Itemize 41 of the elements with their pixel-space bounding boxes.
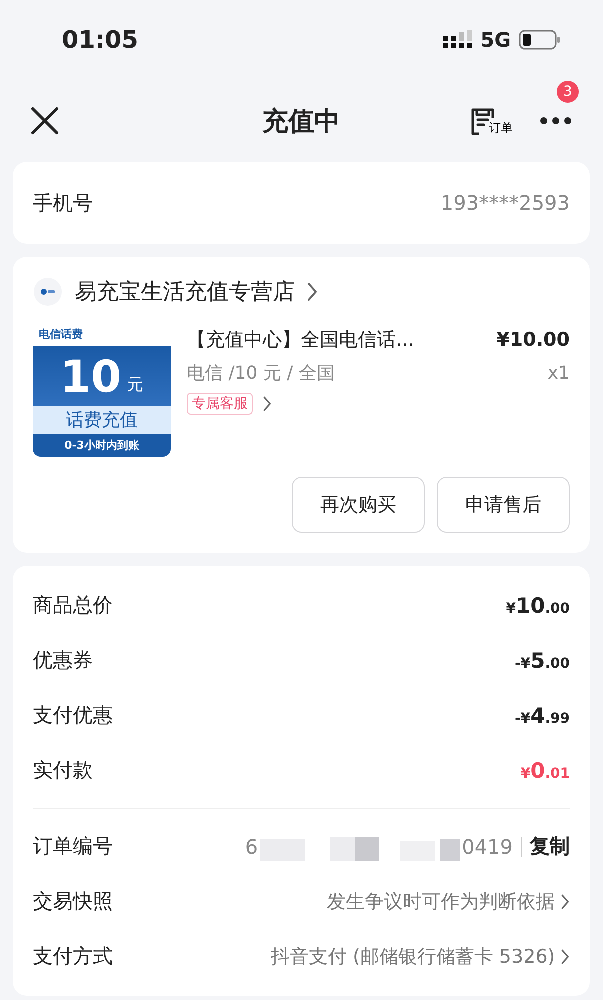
status-time: 01:05: [62, 26, 138, 54]
action-button[interactable]: 申请售后: [437, 477, 570, 533]
product-quantity: x1: [548, 362, 570, 384]
signal-icon: [442, 30, 473, 50]
phone-label: 手机号: [33, 190, 93, 216]
more-icon[interactable]: [539, 116, 573, 126]
shop-logo-icon: [33, 277, 63, 307]
product-spec: 电信 /10 元 / 全国: [187, 362, 335, 385]
product-image: 电信话费 10 元 话费充值 0-3小时内到账: [33, 327, 171, 457]
price-amount: ¥0.01: [520, 758, 570, 782]
chevron-right-icon: [561, 894, 570, 910]
price-amount: ¥10.00: [506, 594, 570, 618]
price-amount: -¥5.00: [515, 648, 570, 672]
chevron-right-icon: [307, 282, 318, 302]
battery-icon: [519, 30, 561, 50]
copy-button[interactable]: 复制: [530, 833, 570, 860]
notification-badge: 3: [557, 81, 579, 103]
detail-label: 支付方式: [33, 943, 113, 970]
phone-number: 193****2593: [440, 191, 570, 215]
shop-link[interactable]: 易充宝生活充值专营店: [33, 277, 570, 307]
close-icon[interactable]: [30, 106, 60, 136]
chevron-right-icon: [263, 396, 272, 412]
price-label: 实付款: [33, 757, 93, 784]
detail-label: 交易快照: [33, 888, 113, 915]
page-title: 充值中: [262, 106, 340, 138]
price-label: 支付优惠: [33, 702, 113, 729]
network-label: 5G: [480, 28, 511, 52]
action-button[interactable]: 再次购买: [292, 477, 425, 533]
service-link[interactable]: 专属客服: [187, 393, 570, 415]
price-label: 商品总价: [33, 592, 113, 619]
chevron-right-icon: [561, 948, 570, 964]
product-title: 【充值中心】全国电信话...: [187, 328, 414, 353]
detail-link[interactable]: 抖音支付 (邮储银行储蓄卡 5326): [270, 944, 556, 970]
price-label: 优惠券: [33, 647, 93, 674]
order-number-start: 6: [245, 834, 258, 858]
product-price: ¥10.00: [496, 329, 570, 351]
detail-link[interactable]: 发生争议时可作为判断依据: [327, 888, 556, 914]
orders-button[interactable]: 订单: [469, 105, 513, 137]
detail-label: 订单编号: [33, 833, 113, 860]
order-number-end: 0419: [462, 834, 513, 858]
price-amount: -¥4.99: [515, 704, 570, 728]
